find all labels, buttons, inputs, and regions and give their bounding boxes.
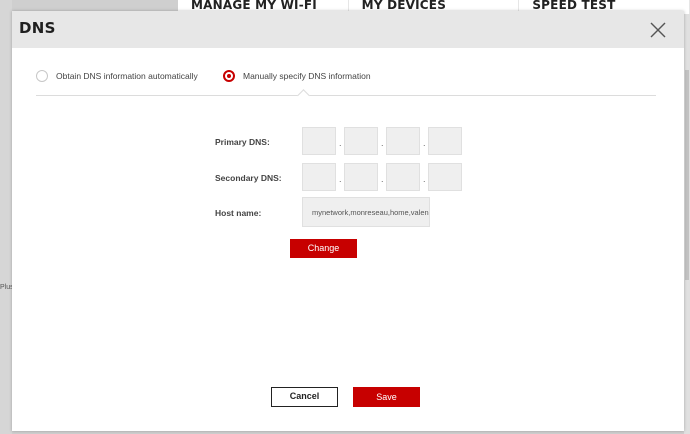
- primary-dns-dot-2: .: [381, 138, 384, 148]
- primary-dns-dot-1: .: [339, 138, 342, 148]
- selected-option-pointer: [297, 89, 310, 102]
- close-x-icon: [650, 22, 666, 38]
- change-button[interactable]: Change: [290, 239, 357, 258]
- primary-dns-octet-1[interactable]: [302, 127, 336, 155]
- cancel-button[interactable]: Cancel: [271, 387, 338, 407]
- primary-dns-octet-2[interactable]: [344, 127, 378, 155]
- option-manual-dns[interactable]: Manually specify DNS information: [223, 70, 371, 82]
- option-auto-dns[interactable]: Obtain DNS information automatically: [36, 70, 198, 82]
- option-auto-dns-label: Obtain DNS information automatically: [56, 71, 198, 81]
- primary-dns-label: Primary DNS:: [215, 137, 270, 147]
- secondary-dns-dot-1: .: [339, 174, 342, 184]
- radio-manual-dns[interactable]: [223, 70, 235, 82]
- secondary-dns-dot-2: .: [381, 174, 384, 184]
- dns-modal: DNS Obtain DNS information automatically…: [12, 11, 684, 431]
- primary-dns-dot-3: .: [423, 138, 426, 148]
- radio-auto-dns[interactable]: [36, 70, 48, 82]
- save-button[interactable]: Save: [353, 387, 420, 407]
- secondary-dns-octet-4[interactable]: [428, 163, 462, 191]
- background-left-panel: [0, 0, 12, 434]
- secondary-dns-dot-3: .: [423, 174, 426, 184]
- modal-header: DNS: [12, 11, 684, 48]
- secondary-dns-octet-3[interactable]: [386, 163, 420, 191]
- host-name-label: Host name:: [215, 208, 262, 218]
- secondary-dns-octet-1[interactable]: [302, 163, 336, 191]
- options-divider: [36, 95, 656, 96]
- secondary-dns-label: Secondary DNS:: [215, 173, 282, 183]
- primary-dns-octet-4[interactable]: [428, 127, 462, 155]
- modal-title: DNS: [19, 19, 56, 37]
- secondary-dns-octet-2[interactable]: [344, 163, 378, 191]
- close-button[interactable]: [648, 20, 668, 40]
- background-scrollbar-thumb[interactable]: [685, 70, 689, 280]
- host-name-input[interactable]: mynetwork,monreseau,home,valen: [302, 197, 430, 227]
- option-manual-dns-label: Manually specify DNS information: [243, 71, 371, 81]
- primary-dns-octet-3[interactable]: [386, 127, 420, 155]
